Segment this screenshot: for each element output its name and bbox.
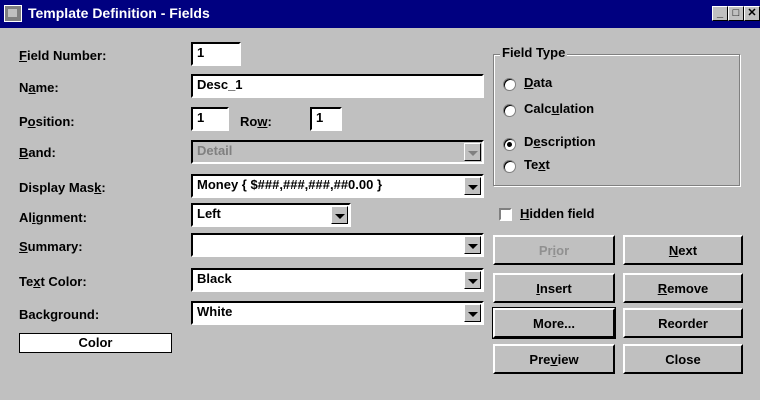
display-mask-dropdown[interactable]: Money { $###,###,###,##0.00 } bbox=[191, 174, 484, 198]
text-color-label: Text Color: bbox=[19, 274, 87, 289]
title-bar[interactable]: Template Definition - Fields _ □ ✕ bbox=[0, 0, 760, 28]
insert-button[interactable]: Insert bbox=[493, 273, 615, 303]
alignment-dropdown[interactable]: Left bbox=[191, 203, 351, 227]
minimize-button[interactable]: _ bbox=[712, 6, 728, 21]
text-color-dropdown-arrow-icon[interactable] bbox=[464, 271, 481, 289]
name-label: Name: bbox=[19, 80, 59, 95]
radio-description[interactable] bbox=[503, 138, 516, 151]
close-window-button[interactable]: ✕ bbox=[744, 6, 760, 21]
color-label: Color bbox=[19, 333, 172, 353]
window-title: Template Definition - Fields bbox=[28, 5, 210, 21]
remove-button[interactable]: Remove bbox=[623, 273, 743, 303]
alignment-dropdown-arrow-icon[interactable] bbox=[331, 206, 348, 224]
display-mask-value: Money { $###,###,###,##0.00 } bbox=[197, 177, 383, 192]
radio-text-label[interactable]: Text bbox=[524, 157, 550, 172]
summary-label: Summary: bbox=[19, 239, 83, 254]
field-number-input[interactable]: 1 bbox=[191, 42, 241, 66]
background-dropdown-arrow-icon[interactable] bbox=[464, 304, 481, 322]
band-value: Detail bbox=[197, 143, 233, 158]
radio-calculation-label[interactable]: Calculation bbox=[524, 101, 594, 116]
band-dropdown[interactable]: Detail bbox=[191, 140, 484, 164]
field-number-label: Field Number: bbox=[19, 48, 107, 63]
more-button[interactable]: More... bbox=[492, 307, 616, 339]
name-input[interactable]: Desc_1 bbox=[191, 74, 484, 98]
alignment-label: Alignment: bbox=[19, 210, 87, 225]
hidden-field-checkbox[interactable] bbox=[499, 208, 512, 221]
summary-dropdown-arrow-icon[interactable] bbox=[464, 236, 481, 254]
app-icon[interactable] bbox=[4, 5, 22, 22]
background-label: Background: bbox=[19, 307, 100, 322]
position-input[interactable]: 1 bbox=[191, 107, 229, 131]
radio-description-label[interactable]: Description bbox=[524, 134, 596, 149]
next-button[interactable]: Next bbox=[623, 235, 743, 265]
prior-button[interactable]: Prior bbox=[493, 235, 615, 265]
hidden-field-label[interactable]: Hidden field bbox=[520, 206, 594, 221]
band-label: Band: bbox=[19, 145, 56, 160]
field-type-title: Field Type bbox=[500, 45, 568, 60]
summary-dropdown[interactable] bbox=[191, 233, 484, 257]
position-label: Position: bbox=[19, 114, 75, 129]
background-dropdown[interactable]: White bbox=[191, 301, 484, 325]
close-button[interactable]: Close bbox=[623, 344, 743, 374]
maximize-button[interactable]: □ bbox=[728, 6, 744, 21]
template-definition-window: Template Definition - Fields _ □ ✕ Field… bbox=[0, 0, 760, 400]
radio-text[interactable] bbox=[503, 160, 516, 173]
reorder-button[interactable]: Reorder bbox=[623, 308, 743, 338]
text-color-dropdown[interactable]: Black bbox=[191, 268, 484, 292]
preview-button[interactable]: Preview bbox=[493, 344, 615, 374]
display-mask-label: Display Mask: bbox=[19, 180, 106, 195]
radio-calculation[interactable] bbox=[503, 104, 516, 117]
band-dropdown-arrow-icon[interactable] bbox=[464, 143, 481, 161]
background-value: White bbox=[197, 304, 233, 319]
alignment-value: Left bbox=[197, 206, 221, 221]
text-color-value: Black bbox=[197, 271, 232, 286]
display-mask-dropdown-arrow-icon[interactable] bbox=[464, 177, 481, 195]
radio-data[interactable] bbox=[503, 78, 516, 91]
radio-data-label[interactable]: Data bbox=[524, 75, 552, 90]
row-label: Row: bbox=[240, 114, 272, 129]
row-input[interactable]: 1 bbox=[310, 107, 342, 131]
